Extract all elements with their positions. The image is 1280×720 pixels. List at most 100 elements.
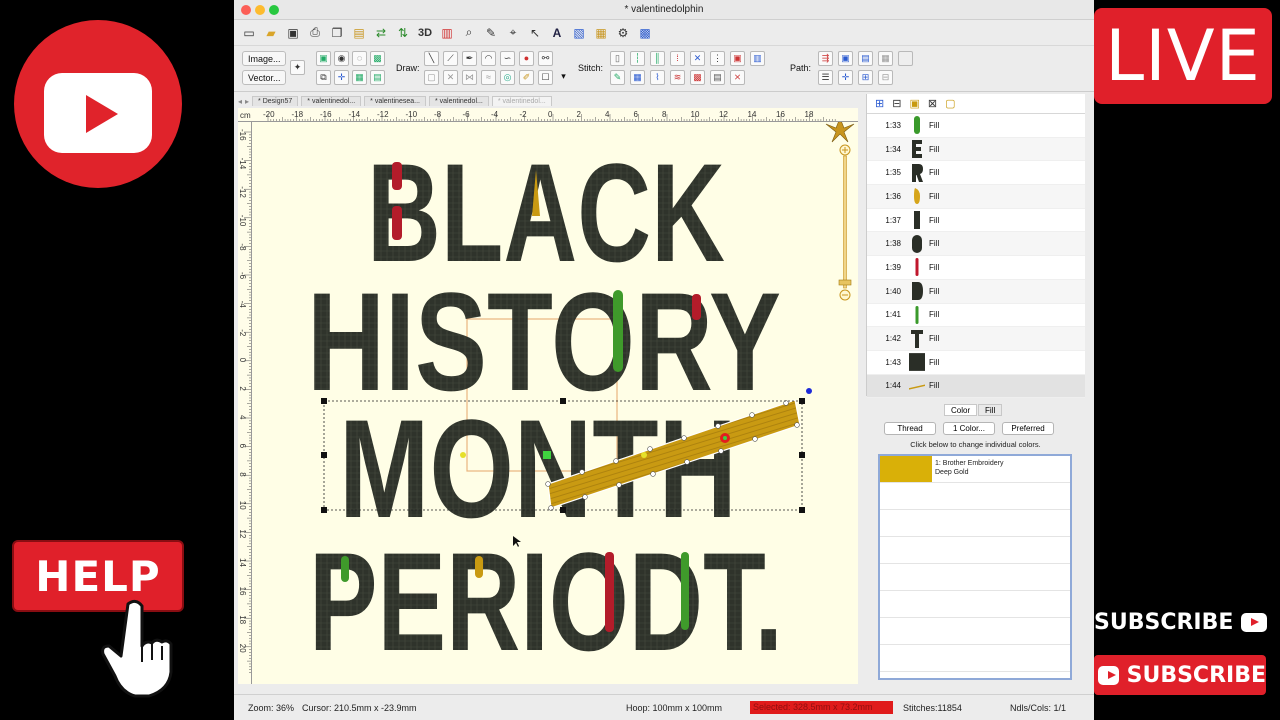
arc-tool-icon[interactable]: ◠ bbox=[481, 51, 496, 66]
tab-color[interactable]: Color bbox=[944, 404, 978, 416]
preferred-button[interactable]: Preferred bbox=[1002, 422, 1054, 435]
stitch-outline-icon[interactable]: ▯ bbox=[610, 51, 625, 66]
new-file-icon[interactable]: ▭ bbox=[240, 24, 258, 42]
stitch-wave-icon[interactable]: ≋ bbox=[670, 70, 685, 85]
thread-swatch[interactable] bbox=[880, 456, 932, 482]
select-icon[interactable]: ↖ bbox=[526, 24, 544, 42]
color-fill-icon[interactable]: ▩ bbox=[370, 51, 385, 66]
polyline-tool-icon[interactable]: ⟋ bbox=[443, 51, 458, 66]
lock-icon[interactable]: ▣ bbox=[909, 97, 919, 110]
3d-view-button[interactable]: 3D bbox=[416, 24, 434, 42]
path-tie-icon[interactable]: ▦ bbox=[878, 51, 893, 66]
stitch-row[interactable]: 1:44 Fill bbox=[867, 374, 1085, 399]
tab-valentinesea[interactable]: * valentinesea... bbox=[364, 96, 426, 106]
stitch-zigzag-icon[interactable]: ⌇ bbox=[650, 70, 665, 85]
grid-icon[interactable]: ▦ bbox=[352, 70, 367, 85]
circle-tool-icon[interactable]: ◎ bbox=[500, 70, 515, 85]
paste-icon[interactable]: ▤ bbox=[350, 24, 368, 42]
delete-icon[interactable]: ⊠ bbox=[928, 97, 937, 110]
zoom-icon[interactable]: ⌕ bbox=[460, 24, 478, 42]
settings-icon[interactable]: ⚙ bbox=[614, 24, 632, 42]
path-center-icon[interactable]: ✛ bbox=[838, 70, 853, 85]
brush-tool-icon[interactable]: ✐ bbox=[519, 70, 534, 85]
stitch-run-icon[interactable]: ┆ bbox=[630, 51, 645, 66]
wave-tool-icon[interactable]: ≈ bbox=[481, 70, 496, 85]
path-order-icon[interactable]: ⇶ bbox=[818, 51, 833, 66]
zoom-slider-thumb[interactable] bbox=[838, 279, 852, 286]
thread-button[interactable]: Thread bbox=[884, 422, 936, 435]
stitch-row[interactable]: 1:43 Fill bbox=[867, 351, 1085, 375]
tab-fill[interactable]: Fill bbox=[978, 404, 1003, 416]
node-tool-icon[interactable]: ⋈ bbox=[462, 70, 477, 85]
stitch-row[interactable]: 1:33 Fill bbox=[867, 114, 1085, 138]
rect-tool-icon[interactable]: ▢ bbox=[424, 70, 439, 85]
path-disabled-icon[interactable] bbox=[898, 51, 913, 66]
stitch-row[interactable]: 1:41 Fill bbox=[867, 304, 1085, 328]
statistics-icon[interactable]: ▥ bbox=[438, 24, 456, 42]
curve-tool-icon[interactable]: ∽ bbox=[500, 51, 515, 66]
cross-tool-icon[interactable]: ✕ bbox=[443, 70, 458, 85]
stitch-dot-icon[interactable]: ⋮ bbox=[710, 51, 725, 66]
stitch-column-icon[interactable]: ▥ bbox=[750, 51, 765, 66]
stitch-row[interactable]: 1:36 Fill bbox=[867, 185, 1085, 209]
line-tool-icon[interactable]: ╲ bbox=[424, 51, 439, 66]
link-tool-icon[interactable]: ⚯ bbox=[538, 51, 553, 66]
save-icon[interactable]: ▣ bbox=[284, 24, 302, 42]
pen-tool-icon[interactable]: ✒ bbox=[462, 51, 477, 66]
design-line-periodt[interactable]: PERIODT. bbox=[309, 523, 783, 680]
stitch-cross-fill-icon[interactable]: ⨯ bbox=[730, 70, 745, 85]
zoom-slider[interactable] bbox=[838, 144, 852, 304]
tab-scroll-right-icon[interactable]: ▸ bbox=[245, 97, 249, 106]
path-group-icon[interactable]: ▤ bbox=[858, 51, 873, 66]
tab-design57[interactable]: * Design57 bbox=[252, 96, 299, 106]
hoop-icon[interactable]: ⌖ bbox=[504, 24, 522, 42]
view-image-icon[interactable]: ▣ bbox=[316, 51, 331, 66]
tree-icon[interactable]: ⊟ bbox=[892, 97, 901, 110]
stitch-row[interactable]: 1:40 Fill bbox=[867, 279, 1085, 304]
open-folder-icon[interactable]: ▰ bbox=[262, 24, 280, 42]
frame-icon[interactable]: ▦ bbox=[592, 24, 610, 42]
mirror-horizontal-icon[interactable]: ⇄ bbox=[372, 24, 390, 42]
box-tool-icon[interactable]: ☐ bbox=[538, 70, 553, 85]
stitch-pen-icon[interactable]: ✎ bbox=[610, 70, 625, 85]
unlock-icon[interactable]: ▢ bbox=[945, 97, 955, 110]
stitch-pattern-icon[interactable]: ▩ bbox=[690, 70, 705, 85]
print-icon[interactable]: ⎙ bbox=[306, 24, 324, 42]
lasso-icon[interactable]: ◌ bbox=[352, 51, 367, 66]
expand-icon[interactable]: ⊞ bbox=[875, 97, 884, 110]
stitch-fill-icon[interactable]: ▦ bbox=[630, 70, 645, 85]
tab-valentinedol-2[interactable]: * valentinedol... bbox=[428, 96, 489, 106]
one-color-button[interactable]: 1 Color... bbox=[943, 422, 995, 435]
stitch-row[interactable]: 1:39 Fill bbox=[867, 256, 1085, 280]
dropdown-arrow-icon[interactable]: ▾ bbox=[556, 70, 571, 85]
monogram-icon[interactable]: ▧ bbox=[570, 24, 588, 42]
image-button[interactable]: Image... bbox=[242, 51, 286, 66]
rotate-handle[interactable] bbox=[806, 388, 812, 394]
vector-button[interactable]: Vector... bbox=[242, 70, 286, 85]
text-tool-icon[interactable]: A bbox=[548, 24, 566, 42]
stitch-satin-icon[interactable]: ║ bbox=[650, 51, 665, 66]
tab-valentinedol-active[interactable]: * valentinedol... bbox=[491, 96, 552, 106]
wand-icon[interactable]: ✦ bbox=[290, 60, 305, 75]
stitch-row[interactable]: 1:42 Fill bbox=[867, 327, 1085, 351]
tab-scroll-left-icon[interactable]: ◂ bbox=[238, 97, 242, 106]
move-icon[interactable]: ✛ bbox=[334, 70, 349, 85]
stitch-row[interactable]: 1:37 Fill bbox=[867, 209, 1085, 233]
mirror-vertical-icon[interactable]: ⇅ bbox=[394, 24, 412, 42]
tab-valentinedol-1[interactable]: * valentinedol... bbox=[301, 96, 362, 106]
stitch-cross-icon[interactable]: ✕ bbox=[690, 51, 705, 66]
stitch-row[interactable]: 1:34 Fill bbox=[867, 137, 1085, 162]
stitch-row[interactable]: 1:35 Fill bbox=[867, 161, 1085, 186]
north-compass-icon[interactable]: N bbox=[825, 122, 858, 143]
measure-icon[interactable]: ✎ bbox=[482, 24, 500, 42]
pattern-icon[interactable]: ▤ bbox=[370, 70, 385, 85]
stitch-row[interactable]: 1:38 Fill bbox=[867, 232, 1085, 257]
path-split-icon[interactable]: ⊞ bbox=[858, 70, 873, 85]
path-list-icon[interactable]: ☰ bbox=[818, 70, 833, 85]
stitch-hatch-icon[interactable]: ▤ bbox=[710, 70, 725, 85]
help-icon[interactable]: ▩ bbox=[636, 24, 654, 42]
copy-icon[interactable]: ❐ bbox=[328, 24, 346, 42]
thread-row[interactable]: 1: Brother Embroidery Deep Gold bbox=[880, 456, 1070, 483]
stitch-applique-icon[interactable]: ▣ bbox=[730, 51, 745, 66]
path-merge-icon[interactable]: ⊟ bbox=[878, 70, 893, 85]
